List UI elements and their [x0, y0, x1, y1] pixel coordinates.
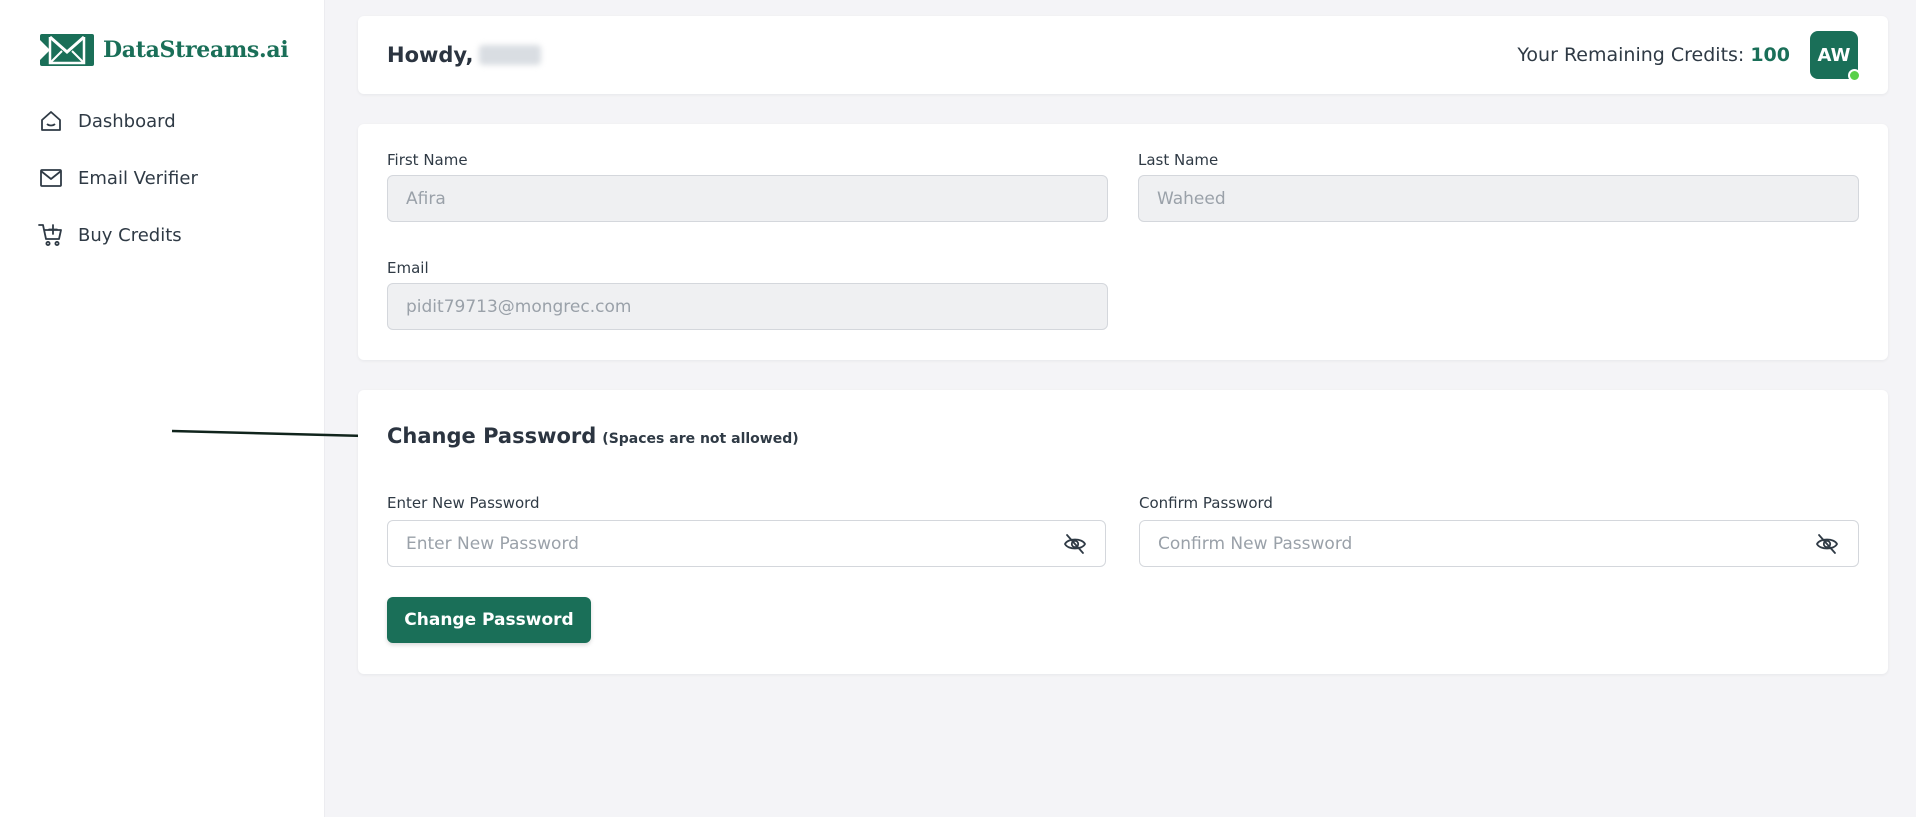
email-label: Email: [387, 259, 429, 277]
email-field: pidit79713@mongrec.com: [387, 283, 1108, 330]
mail-icon: [38, 165, 64, 191]
change-password-button[interactable]: Change Password: [387, 597, 591, 643]
sidebar-item-label: Buy Credits: [78, 224, 182, 246]
last-name-field: Waheed: [1138, 175, 1859, 222]
envelope-logo-icon: [40, 34, 94, 66]
sidebar-nav: Dashboard Email Verifier Buy Credits: [38, 106, 198, 277]
sidebar-item-buy-credits[interactable]: Buy Credits: [38, 220, 198, 250]
greeting: Howdy,: [387, 16, 542, 94]
cart-icon: [38, 222, 64, 248]
change-password-title: Change Password: [387, 424, 597, 448]
credits-value: 100: [1750, 44, 1790, 66]
eye-off-icon[interactable]: [1063, 532, 1087, 556]
brand-logo[interactable]: DataStreams.ai: [40, 34, 289, 66]
blurred-user-name: [479, 45, 542, 65]
eye-off-icon[interactable]: [1815, 532, 1839, 556]
new-password-input[interactable]: [387, 520, 1106, 567]
brand-name: DataStreams.ai: [103, 37, 289, 63]
header-bar: Howdy, Your Remaining Credits: 100 AW: [358, 16, 1888, 94]
first-name-label: First Name: [387, 151, 468, 169]
sidebar-item-dashboard[interactable]: Dashboard: [38, 106, 198, 136]
avatar[interactable]: AW: [1810, 31, 1861, 82]
new-password-label: Enter New Password: [387, 494, 540, 512]
password-rule-note: (Spaces are not allowed): [602, 431, 799, 447]
avatar-initials: AW: [1817, 44, 1851, 66]
first-name-field: Afira: [387, 175, 1108, 222]
online-status-dot: [1848, 69, 1861, 82]
sidebar-item-label: Dashboard: [78, 110, 176, 132]
profile-details-card: First Name Afira Last Name Waheed Email …: [358, 124, 1888, 360]
sidebar-item-email-verifier[interactable]: Email Verifier: [38, 163, 198, 193]
sidebar: DataStreams.ai Dashboard Email Verifier: [0, 0, 325, 817]
credits-label: Your Remaining Credits:: [1517, 44, 1745, 66]
confirm-password-input[interactable]: [1139, 520, 1859, 567]
home-icon: [38, 108, 64, 134]
credits-display: Your Remaining Credits: 100: [1517, 16, 1790, 94]
sidebar-item-label: Email Verifier: [78, 167, 198, 189]
last-name-label: Last Name: [1138, 151, 1219, 169]
change-password-heading: Change Password (Spaces are not allowed): [387, 424, 799, 448]
confirm-password-label: Confirm Password: [1139, 494, 1273, 512]
greeting-text: Howdy,: [387, 43, 474, 67]
annotation-arrow-icon: [171, 428, 384, 444]
change-password-card: Change Password (Spaces are not allowed)…: [358, 390, 1888, 674]
